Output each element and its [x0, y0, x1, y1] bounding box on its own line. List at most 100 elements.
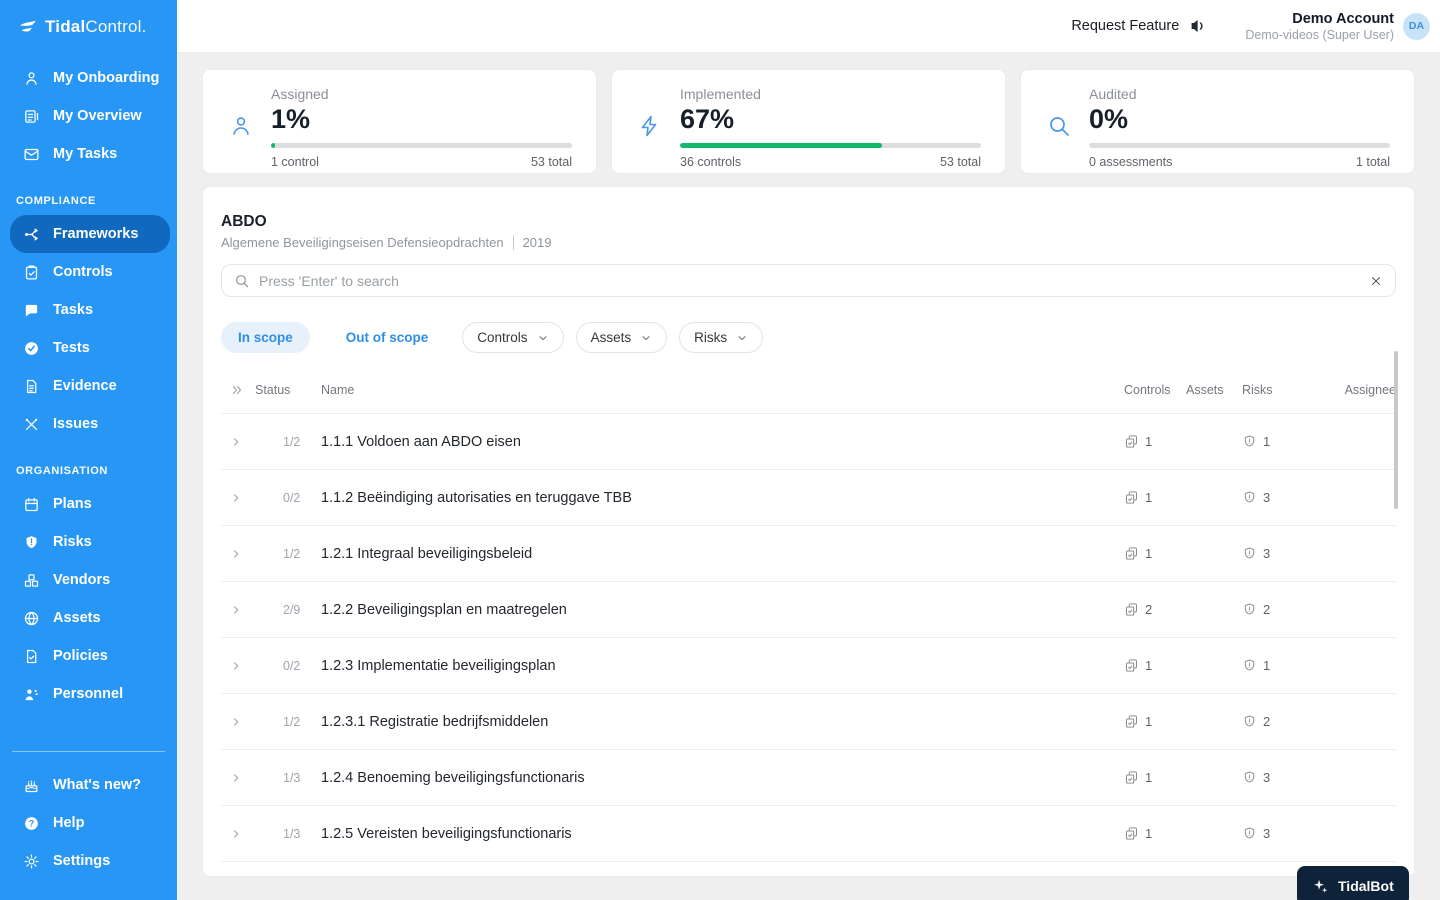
boxes-icon — [22, 571, 40, 589]
framework-year: 2019 — [512, 235, 552, 250]
account-menu[interactable]: Demo Account Demo-videos (Super User) DA — [1245, 11, 1430, 42]
chevron-right-icon[interactable] — [221, 772, 255, 784]
sidebar-item-controls[interactable]: Controls — [0, 253, 177, 291]
risks-count: 3 — [1263, 546, 1271, 561]
chevron-right-icon[interactable] — [221, 716, 255, 728]
stat-percent: 1% — [271, 104, 311, 134]
shield-alert-icon — [1242, 546, 1257, 561]
tidalbot-button[interactable]: TidalBot — [1297, 866, 1409, 900]
sidebar-item-assets[interactable]: Assets — [0, 599, 177, 637]
controls-cell: 1 — [1124, 658, 1186, 673]
sidebar-item-frameworks[interactable]: Frameworks — [10, 215, 170, 253]
stat-card-assigned: Assigned 1% 1 control 53 total — [202, 69, 597, 174]
account-name: Demo Account — [1292, 10, 1394, 27]
copy-check-icon — [1124, 434, 1139, 449]
sidebar-item-label: Issues — [53, 416, 99, 432]
sidebar-item-tests[interactable]: Tests — [0, 329, 177, 367]
copy-check-icon — [1124, 658, 1139, 673]
chevron-right-icon[interactable] — [221, 548, 255, 560]
sidebar-item-tasks[interactable]: Tasks — [0, 291, 177, 329]
chevron-right-icon[interactable] — [221, 660, 255, 672]
chevron-right-icon[interactable] — [221, 828, 255, 840]
progress-fill — [271, 143, 276, 148]
controls-table: 1/2 1.1.1 Voldoen aan ABDO eisen 1 1 0/2… — [221, 413, 1396, 876]
sidebar-item-risks[interactable]: Risks — [0, 523, 177, 561]
document-icon — [22, 377, 40, 395]
controls-cell: 2 — [1124, 602, 1186, 617]
sidebar-item-label: My Tasks — [53, 146, 118, 162]
risks-count: 3 — [1263, 826, 1271, 841]
sidebar-item-plans[interactable]: Plans — [0, 485, 177, 523]
table-header: Status Name Controls Assets Risks Assign… — [221, 367, 1396, 413]
sidebar-item-label: Tasks — [53, 302, 94, 318]
chevron-right-icon[interactable] — [221, 436, 255, 448]
help-icon: ? — [22, 814, 40, 832]
vertical-scrollbar[interactable] — [1394, 351, 1398, 509]
table-row[interactable]: 1/3 1.2.5 Vereisten beveiligingsfunction… — [221, 805, 1396, 861]
filter-risks-dropdown[interactable]: Risks — [679, 322, 764, 353]
sidebar-item-vendors[interactable]: Vendors — [0, 561, 177, 599]
framework-title: ABDO — [221, 213, 267, 230]
header-assets: Assets — [1186, 383, 1224, 397]
sidebar-item-label: Personnel — [53, 686, 124, 702]
shield-alert-icon — [1242, 658, 1257, 673]
row-fraction: 2/9 — [283, 602, 301, 617]
row-fraction: 1/3 — [283, 770, 301, 785]
table-row-partial[interactable] — [221, 861, 1396, 876]
copy-check-icon — [1124, 714, 1139, 729]
table-row[interactable]: 1/2 1.2.3.1 Registratie bedrijfsmiddelen… — [221, 693, 1396, 749]
chevron-right-icon[interactable] — [221, 492, 255, 504]
gear-icon — [22, 852, 40, 870]
sidebar-item-help[interactable]: ? Help — [0, 804, 177, 842]
svg-text:?: ? — [28, 818, 33, 828]
row-fraction: 0/2 — [283, 658, 301, 673]
sidebar-item-my-tasks[interactable]: My Tasks — [0, 135, 177, 173]
stat-card-audited: Audited 0% 0 assessments 1 total — [1020, 69, 1415, 174]
brand-logo[interactable]: TidalControl. — [0, 0, 177, 53]
sidebar-item-issues[interactable]: Issues — [0, 405, 177, 443]
framework-panel: ABDO Algemene Beveiligingseisen Defensie… — [202, 186, 1415, 877]
progress-bar — [1089, 143, 1390, 148]
controls-count: 1 — [1145, 770, 1153, 785]
progress-bar — [680, 143, 981, 148]
controls-cell: 1 — [1124, 770, 1186, 785]
stat-title: Audited — [1089, 86, 1137, 102]
table-row[interactable]: 1/2 1.1.1 Voldoen aan ABDO eisen 1 1 — [221, 413, 1396, 469]
sidebar-item-label: What's new? — [53, 777, 142, 793]
table-row[interactable]: 0/2 1.2.3 Implementatie beveiligingsplan… — [221, 637, 1396, 693]
sidebar-item-my-onboarding[interactable]: My Onboarding — [0, 59, 177, 97]
sidebar-item-settings[interactable]: Settings — [0, 842, 177, 880]
table-row[interactable]: 1/2 1.2.1 Integraal beveiligingsbeleid 1… — [221, 525, 1396, 581]
sidebar-item-evidence[interactable]: Evidence — [0, 367, 177, 405]
clear-search-icon[interactable] — [1369, 274, 1383, 288]
shield-alert-icon — [1242, 490, 1257, 505]
sidebar-item-label: My Onboarding — [53, 70, 160, 86]
filter-assets-dropdown[interactable]: Assets — [575, 322, 668, 353]
chevron-right-icon[interactable] — [221, 604, 255, 616]
avatar[interactable]: DA — [1403, 12, 1430, 40]
table-row[interactable]: 2/9 1.2.2 Beveiligingsplan en maatregele… — [221, 581, 1396, 637]
request-feature-button[interactable]: Request Feature — [1071, 17, 1207, 35]
progress-bar — [271, 143, 572, 148]
sidebar-section-organisation: ORGANISATION — [16, 465, 108, 477]
risks-count: 3 — [1263, 770, 1271, 785]
filter-out-of-scope[interactable]: Out of scope — [336, 322, 439, 353]
table-row[interactable]: 1/3 1.2.4 Benoeming beveiligingsfunction… — [221, 749, 1396, 805]
row-fraction: 1/2 — [283, 434, 301, 449]
sidebar-item-whats-new[interactable]: What's new? — [0, 766, 177, 804]
row-fraction: 1/3 — [283, 826, 301, 841]
expand-all-icon[interactable] — [221, 383, 255, 397]
filter-label: Risks — [694, 330, 728, 345]
filter-controls-dropdown[interactable]: Controls — [462, 322, 564, 353]
search-input[interactable] — [259, 272, 1360, 289]
sidebar-item-personnel[interactable]: Personnel — [0, 675, 177, 713]
frameworks-icon — [22, 225, 40, 243]
sidebar-item-policies[interactable]: Policies — [0, 637, 177, 675]
filter-in-scope[interactable]: In scope — [221, 322, 310, 353]
sidebar-item-label: Tests — [53, 340, 90, 356]
framework-subtitle: Algemene Beveiligingseisen Defensieopdra… — [221, 235, 1396, 250]
sidebar-item-my-overview[interactable]: My Overview — [0, 97, 177, 135]
table-row[interactable]: 0/2 1.1.2 Beëindiging autorisaties en te… — [221, 469, 1396, 525]
sparkles-icon — [1312, 878, 1329, 895]
sidebar-item-label: Frameworks — [53, 226, 139, 242]
